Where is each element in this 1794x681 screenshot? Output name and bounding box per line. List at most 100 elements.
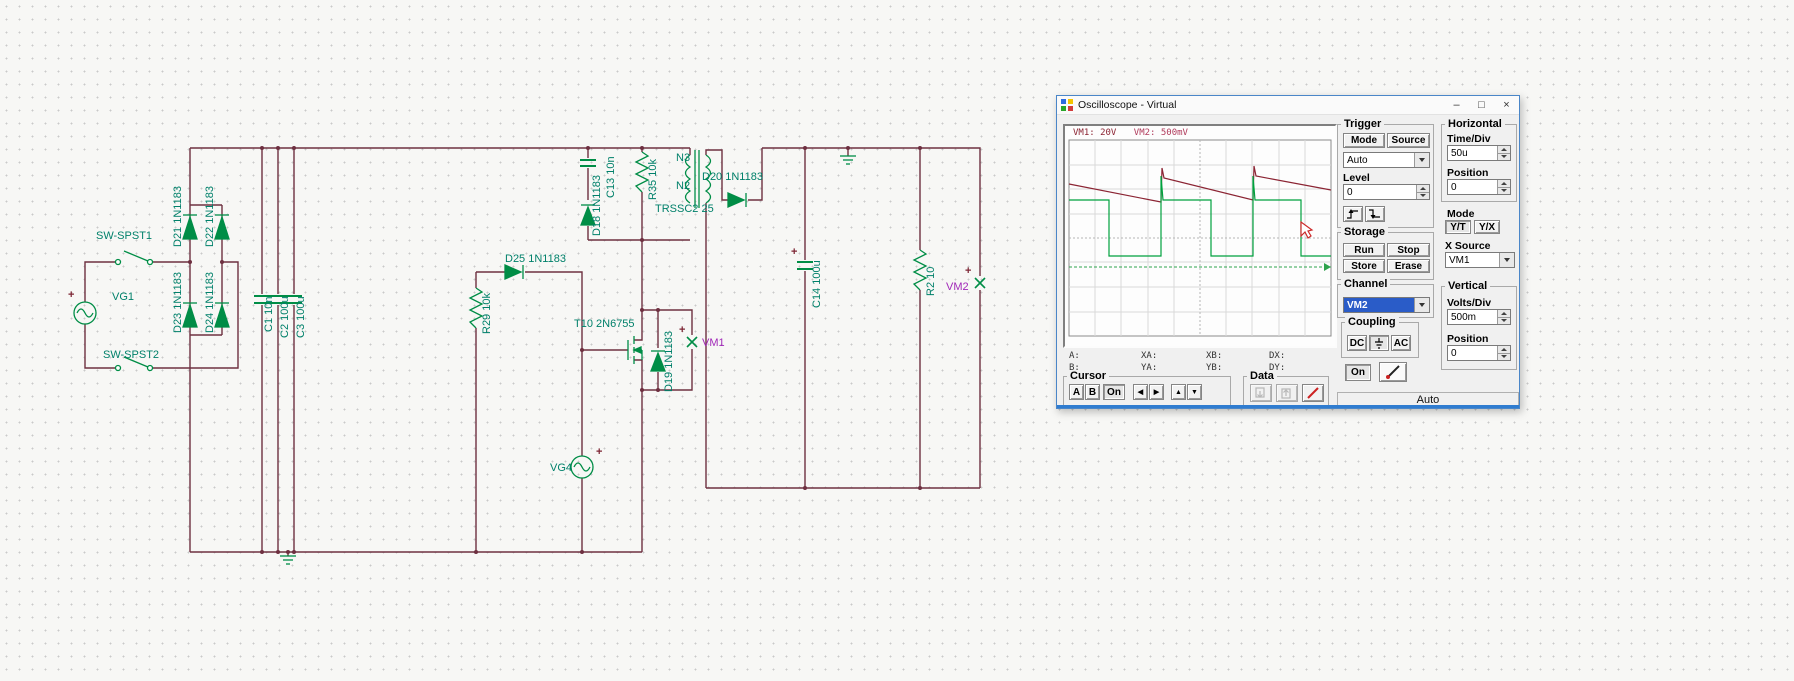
voltsdiv-field[interactable]: 500m [1447,309,1511,325]
probe-button[interactable] [1379,362,1407,382]
trigger-mode-select[interactable]: Auto [1343,152,1430,168]
component-diode-d21[interactable] [182,214,198,240]
ground-symbol-output[interactable] [840,155,856,165]
vertical-position-value: 0 [1451,348,1457,359]
load-icon [1255,387,1265,398]
readout-dx: DX: [1269,351,1286,361]
probe-icon [1386,365,1400,379]
window-title: Oscilloscope - Virtual [1078,99,1177,111]
mode-yx-button[interactable]: Y/X [1474,220,1500,234]
junction-dots [188,146,922,554]
plus-vm2: + [965,265,971,277]
horizontal-position-value: 0 [1451,182,1457,193]
voltsdiv-label: Volts/Div [1447,297,1492,309]
label-vm1: VM1 [702,337,725,349]
circuit-wires[interactable] [84,147,981,556]
spin-down-icon[interactable] [1498,353,1510,360]
spin-down-icon[interactable] [1417,192,1429,199]
channel-on-button[interactable]: On [1345,364,1371,381]
spin-up-icon[interactable] [1498,180,1510,188]
trigger-source-button[interactable]: Source [1387,133,1430,148]
horizontal-position-field[interactable]: 0 [1447,179,1511,195]
trigger-rising-edge-button[interactable] [1343,206,1363,222]
label-d24: D24 1N1183 [204,272,216,333]
timediv-label: Time/Div [1447,133,1491,145]
spin-up-icon[interactable] [1498,346,1510,354]
component-diode-d22[interactable] [214,214,230,240]
channel-select[interactable]: VM2 [1343,297,1430,313]
channel-group: Channel VM2 [1337,278,1434,318]
spin-up-icon[interactable] [1498,146,1510,154]
cursor-bottom-button[interactable]: ▼ [1187,384,1202,400]
data-group: Data [1243,370,1329,406]
component-source-vg4[interactable] [570,455,594,479]
combo-arrow-icon[interactable] [1499,253,1514,267]
coupling-ac-button[interactable]: AC [1391,335,1411,351]
spin-down-icon[interactable] [1498,317,1510,324]
spin-up-icon[interactable] [1498,310,1510,318]
export-icon [1307,387,1319,399]
component-voltmeter-vm1[interactable] [686,336,698,348]
cursor-on-button[interactable]: On [1103,384,1125,400]
schematic-canvas[interactable]: D21 1N1183 D22 1N1183 D23 1N1183 D24 1N1… [0,0,1050,620]
xsource-select[interactable]: VM1 [1445,252,1515,268]
minimize-button[interactable]: – [1444,96,1469,114]
label-d25: D25 1N1183 [505,253,566,265]
save-icon [1281,388,1291,399]
component-voltmeter-vm2[interactable] [974,277,986,289]
falling-edge-icon [1369,209,1380,219]
component-diode-d25[interactable] [504,264,524,280]
close-button[interactable]: × [1494,96,1519,114]
combo-arrow-icon[interactable] [1414,298,1429,312]
trigger-level-field[interactable]: 0 [1343,184,1430,200]
component-source-vg1[interactable] [73,301,97,325]
label-n3: N3 [676,152,690,164]
trigger-falling-edge-button[interactable] [1365,206,1385,222]
trigger-mode-button[interactable]: Mode [1343,133,1385,148]
component-capacitor-c13[interactable] [580,159,596,167]
display-mode-label: Mode [1447,208,1475,220]
coupling-dc-button[interactable]: DC [1347,335,1367,351]
maximize-button[interactable]: □ [1469,96,1494,114]
label-sw-spst1: SW-SPST1 [96,230,152,242]
mode-yt-button[interactable]: Y/T [1445,220,1471,234]
storage-group-label: Storage [1341,226,1388,238]
label-t10: T10 2N6755 [574,318,635,330]
cursor-b-button[interactable]: B [1085,384,1100,400]
component-diode-d24[interactable] [214,302,230,328]
data-group-label: Data [1247,370,1277,382]
component-diode-d20[interactable] [727,192,747,208]
voltsdiv-value: 500m [1451,312,1477,323]
storage-run-button[interactable]: Run [1343,243,1385,257]
component-switch-sw-spst1[interactable] [114,250,154,266]
plus-vm1: + [679,324,685,336]
spin-down-icon[interactable] [1498,187,1510,194]
spin-up-icon[interactable] [1417,185,1429,193]
ground-symbol-bottom[interactable] [280,555,296,565]
window-accent-strip [1057,405,1519,408]
vertical-position-field[interactable]: 0 [1447,345,1511,361]
coupling-group: Coupling DC AC [1341,316,1419,358]
channel-group-label: Channel [1341,278,1391,290]
cursor-a-button[interactable]: A [1069,384,1084,400]
spin-down-icon[interactable] [1498,153,1510,160]
trigger-mode-value: Auto [1347,155,1368,166]
scope-display[interactable]: VM1: 20V VM2: 500mV [1063,124,1337,348]
component-diode-d23[interactable] [182,302,198,328]
plus-vg4: + [596,446,602,458]
label-r2: R2 10 [925,267,937,296]
coupling-ground-button[interactable] [1369,335,1389,351]
titlebar[interactable]: Oscilloscope - Virtual – □ × [1057,96,1519,115]
storage-erase-button[interactable]: Erase [1387,259,1430,273]
data-save-button[interactable] [1276,384,1298,402]
cursor-top-button[interactable]: ▲ [1171,384,1186,400]
cursor-left-button[interactable]: ◀ [1133,384,1148,400]
data-load-button[interactable] [1250,384,1272,402]
timediv-field[interactable]: 50u [1447,145,1511,161]
data-export-button[interactable] [1302,384,1324,402]
storage-store-button[interactable]: Store [1343,259,1385,273]
label-d23: D23 1N1183 [172,272,184,333]
storage-stop-button[interactable]: Stop [1387,243,1430,257]
combo-arrow-icon[interactable] [1414,153,1429,167]
cursor-right-button[interactable]: ▶ [1149,384,1164,400]
